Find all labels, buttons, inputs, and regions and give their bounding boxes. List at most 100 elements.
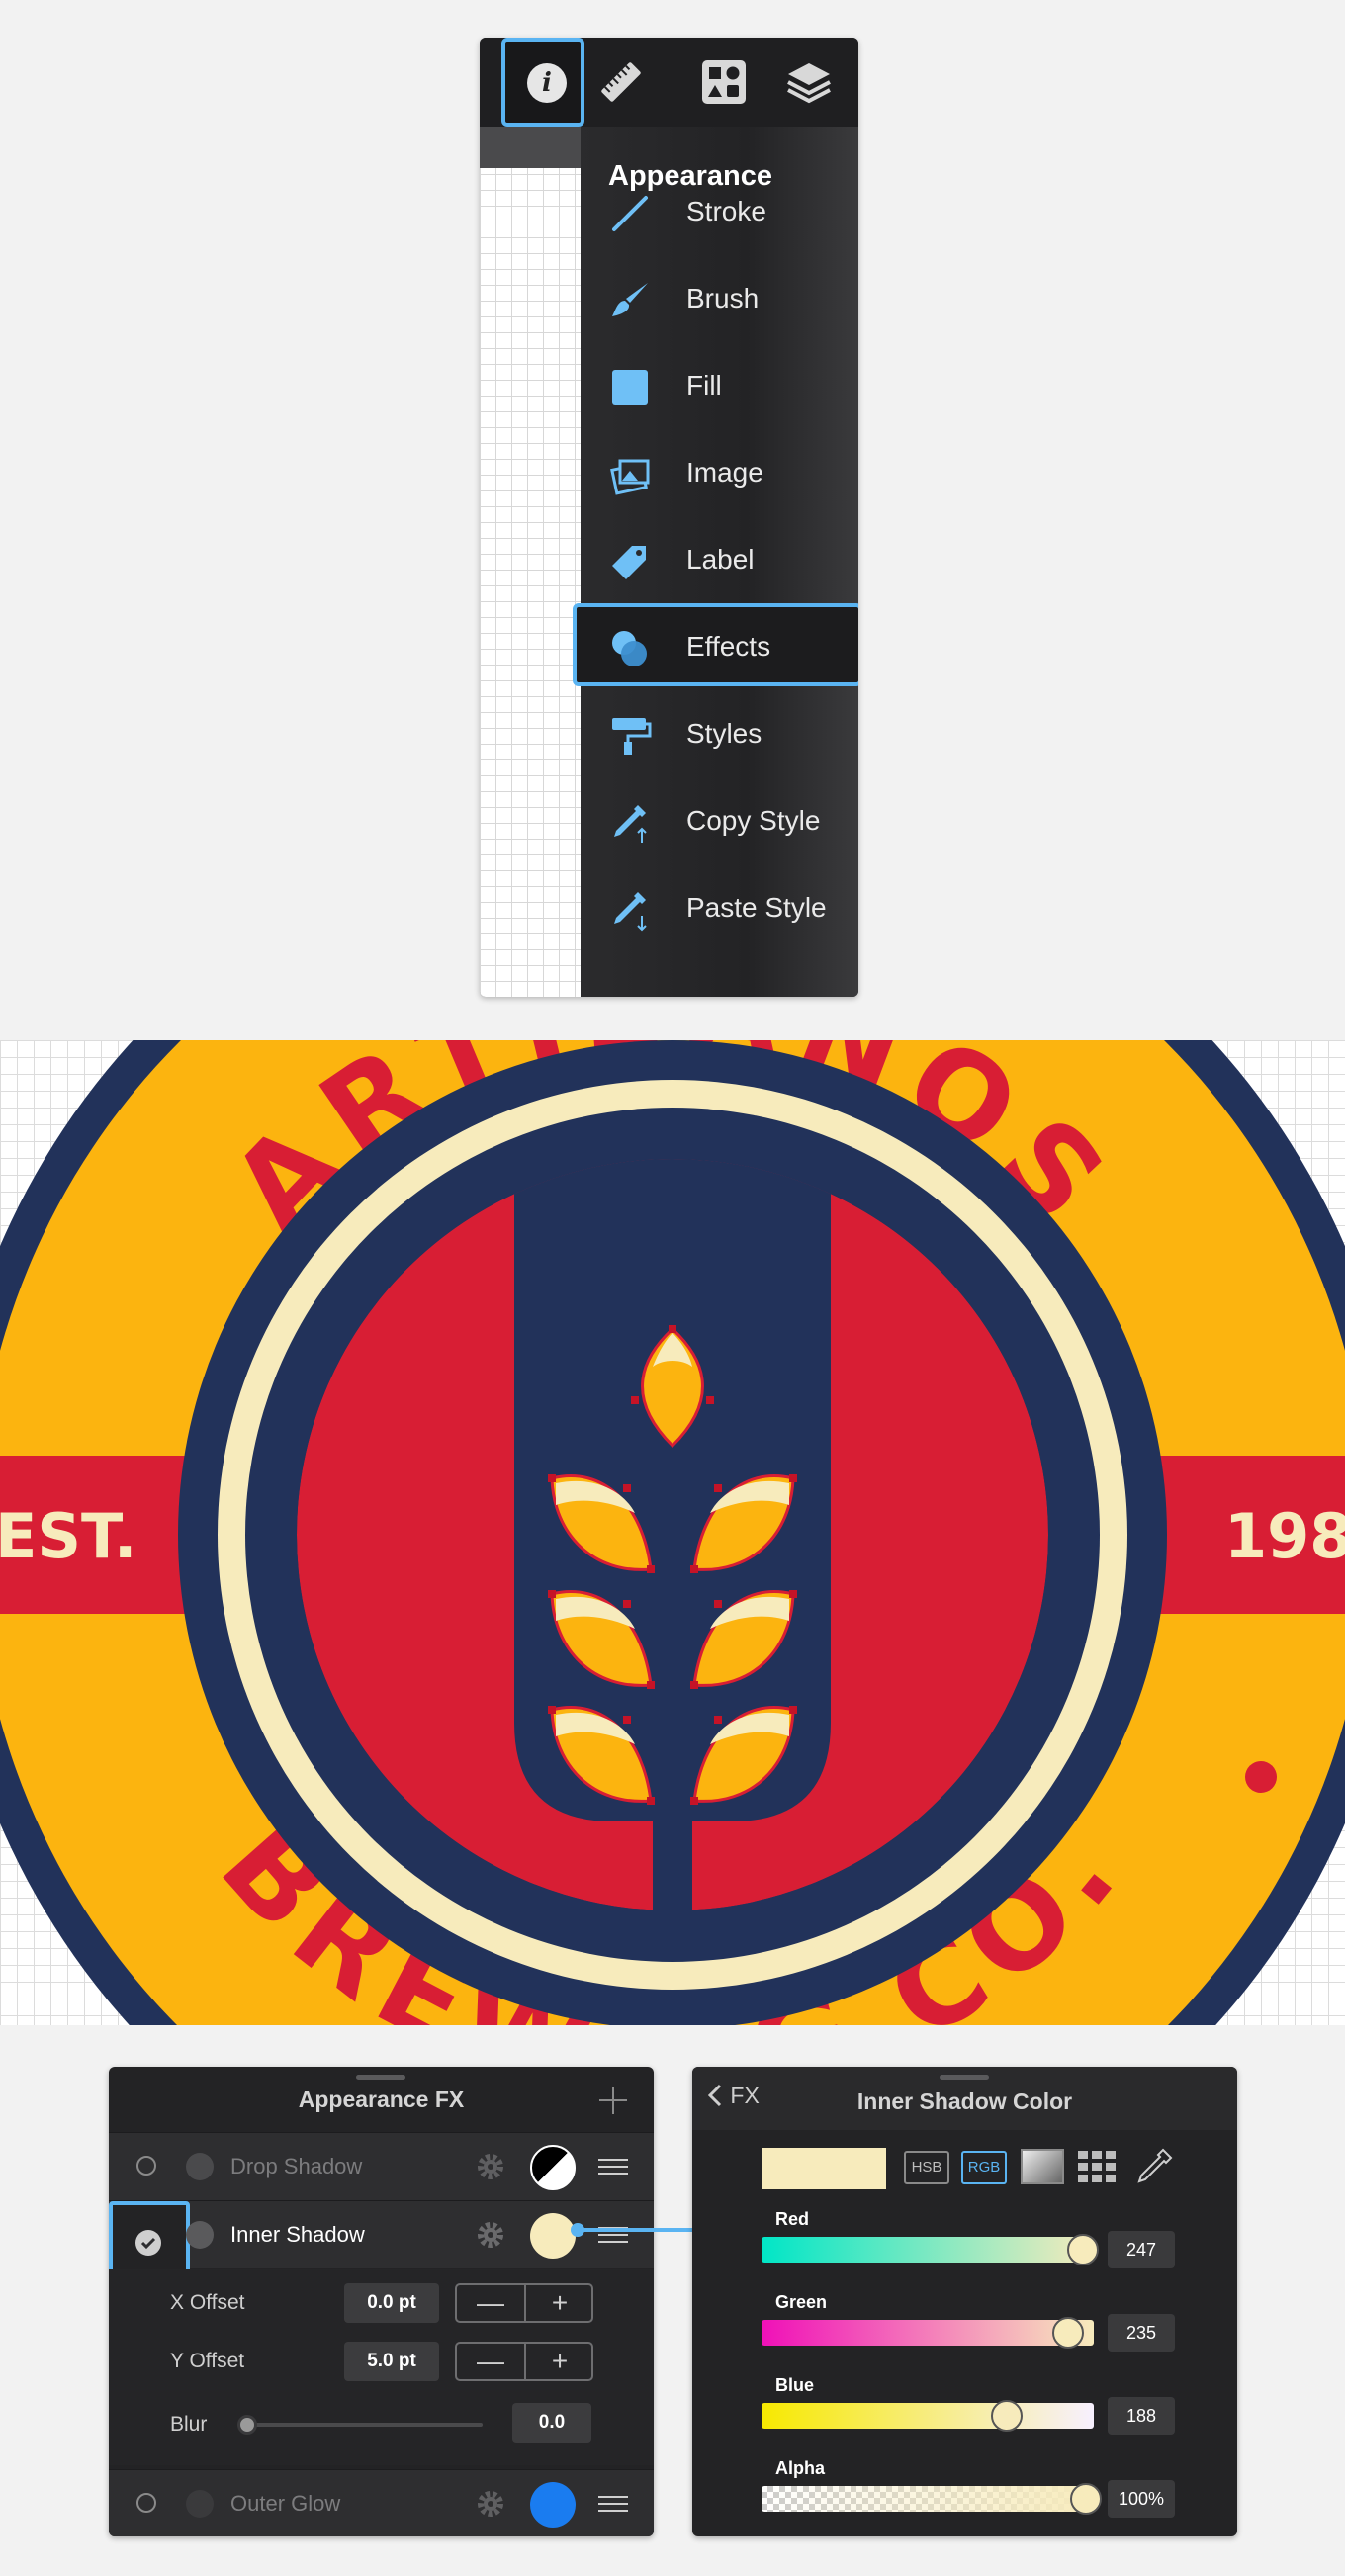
swatch-grid-icon[interactable] bbox=[1076, 2149, 1120, 2184]
y-offset-stepper[interactable]: — + bbox=[455, 2342, 593, 2381]
fx-row-outer-glow[interactable]: Outer Glow bbox=[109, 2469, 654, 2536]
menu-item-label: Image bbox=[686, 457, 763, 488]
menu-item-label: Brush bbox=[686, 283, 760, 313]
fill-icon bbox=[612, 370, 648, 405]
inner-shadow-color-swatch[interactable] bbox=[530, 2213, 576, 2259]
ruler-icon[interactable] bbox=[596, 57, 646, 107]
menu-item-styles[interactable]: Styles bbox=[581, 696, 858, 775]
brush-icon bbox=[612, 283, 648, 316]
inner-shadow-color-panel: FX Inner Shadow Color HSB RGB Red 247 Gr… bbox=[692, 2067, 1237, 2536]
layers-icon[interactable] bbox=[784, 57, 834, 107]
blue-slider-track[interactable] bbox=[762, 2403, 1094, 2429]
logo-dot bbox=[1245, 1761, 1277, 1793]
blur-slider-track[interactable] bbox=[247, 2423, 483, 2427]
x-offset-value[interactable]: 0.0 pt bbox=[344, 2283, 439, 2323]
gear-icon[interactable] bbox=[475, 2151, 506, 2182]
menu-item-label: Stroke bbox=[686, 196, 766, 226]
styles-icon bbox=[612, 718, 652, 755]
red-slider-track[interactable] bbox=[762, 2237, 1094, 2263]
canvas-grid-header bbox=[480, 127, 582, 168]
green-slider-track[interactable] bbox=[762, 2320, 1094, 2346]
menu-item-label: Copy Style bbox=[686, 805, 821, 836]
fx-row-drop-shadow[interactable]: Drop Shadow bbox=[109, 2132, 654, 2200]
gradient-mode-icon[interactable] bbox=[1021, 2149, 1064, 2184]
fx-name: Outer Glow bbox=[230, 2491, 341, 2516]
info-tab-button[interactable]: i bbox=[501, 38, 584, 127]
artboard-canvas[interactable]: EST. 198 ARTISANOS BREWING CO. bbox=[0, 1040, 1345, 2025]
menu-item-paste-style[interactable]: Paste Style bbox=[581, 870, 858, 949]
label-icon bbox=[612, 546, 646, 579]
y-offset-increment[interactable]: + bbox=[526, 2344, 593, 2379]
shapes-icon[interactable] bbox=[699, 57, 749, 107]
fx-panel-title: Appearance FX bbox=[298, 2087, 465, 2112]
panel-grabber[interactable] bbox=[356, 2075, 405, 2080]
outer-glow-color-swatch[interactable] bbox=[530, 2482, 576, 2528]
inner-shadow-settings: X Offset 0.0 pt — + Y Offset 5.0 pt — + … bbox=[109, 2269, 654, 2465]
alpha-label: Alpha bbox=[775, 2458, 826, 2478]
outer-glow-dot-icon bbox=[186, 2490, 214, 2518]
drop-shadow-dot-icon bbox=[186, 2153, 214, 2180]
mode-hsb-button[interactable]: HSB bbox=[904, 2151, 949, 2184]
green-value[interactable]: 235 bbox=[1108, 2314, 1175, 2352]
brewing-logo: EST. 198 ARTISANOS BREWING CO. bbox=[0, 1040, 1345, 2025]
red-slider-thumb[interactable] bbox=[1067, 2234, 1100, 2265]
menu-item-label: Paste Style bbox=[686, 892, 827, 923]
y-offset-value[interactable]: 5.0 pt bbox=[344, 2342, 439, 2381]
inspector-toolbar: i bbox=[480, 38, 858, 127]
est-label: EST. bbox=[0, 1500, 136, 1572]
green-label: Green bbox=[775, 2292, 828, 2312]
drop-shadow-toggle[interactable] bbox=[136, 2156, 156, 2176]
paste-style-icon bbox=[614, 892, 647, 932]
y-offset-decrement[interactable]: — bbox=[457, 2344, 524, 2379]
x-offset-increment[interactable]: + bbox=[526, 2285, 593, 2321]
info-icon: i bbox=[527, 63, 567, 103]
fx-name: Drop Shadow bbox=[230, 2154, 363, 2178]
menu-item-effects[interactable]: Effects bbox=[573, 603, 858, 688]
color-panel-title: Inner Shadow Color bbox=[856, 2088, 1073, 2114]
panel-grabber[interactable] bbox=[940, 2075, 989, 2080]
eyedropper-icon[interactable] bbox=[1133, 2146, 1173, 2187]
menu-item-label: Styles bbox=[686, 718, 762, 749]
x-offset-stepper[interactable]: — + bbox=[455, 2283, 593, 2323]
x-offset-decrement[interactable]: — bbox=[457, 2285, 524, 2321]
y-offset-label: Y Offset bbox=[170, 2350, 245, 2372]
blur-slider-thumb[interactable] bbox=[237, 2415, 257, 2435]
red-label: Red bbox=[775, 2209, 810, 2229]
alpha-value[interactable]: 100% bbox=[1108, 2480, 1175, 2518]
blue-slider-thumb[interactable] bbox=[990, 2400, 1023, 2432]
red-value[interactable]: 247 bbox=[1108, 2231, 1175, 2268]
blue-label: Blue bbox=[775, 2375, 815, 2395]
menu-item-label: Fill bbox=[686, 370, 722, 400]
menu-item-image[interactable]: Image bbox=[581, 435, 858, 514]
menu-item-stroke[interactable]: Stroke bbox=[581, 174, 858, 253]
green-slider-thumb[interactable] bbox=[1051, 2317, 1084, 2349]
blur-label: Blur bbox=[170, 2413, 208, 2436]
appearance-menu: Appearance Stroke Brush Fill Image Label… bbox=[573, 127, 858, 997]
menu-item-label-option[interactable]: Label bbox=[581, 522, 858, 601]
blue-value[interactable]: 188 bbox=[1108, 2397, 1175, 2435]
stroke-icon bbox=[612, 196, 648, 231]
year-label: 198 bbox=[1224, 1500, 1345, 1572]
alpha-slider-thumb[interactable] bbox=[1070, 2483, 1102, 2515]
add-effect-icon[interactable] bbox=[593, 2081, 633, 2120]
reorder-handle-icon[interactable] bbox=[598, 2157, 628, 2176]
menu-item-copy-style[interactable]: Copy Style bbox=[581, 783, 858, 862]
connector-dot bbox=[571, 2223, 584, 2237]
drop-shadow-color-swatch[interactable] bbox=[530, 2145, 576, 2190]
gear-icon[interactable] bbox=[475, 2219, 506, 2251]
outer-glow-toggle[interactable] bbox=[136, 2493, 156, 2513]
mode-rgb-button[interactable]: RGB bbox=[961, 2151, 1007, 2184]
alpha-slider-track[interactable] bbox=[762, 2486, 1094, 2512]
swatch-to-color-panel-connector bbox=[577, 2228, 700, 2232]
menu-item-fill[interactable]: Fill bbox=[581, 348, 858, 427]
blur-value[interactable]: 0.0 bbox=[512, 2403, 591, 2443]
inner-shadow-dot-icon bbox=[186, 2221, 214, 2249]
gear-icon[interactable] bbox=[475, 2488, 506, 2520]
menu-item-brush[interactable]: Brush bbox=[581, 261, 858, 340]
effects-icon bbox=[612, 631, 647, 666]
reorder-handle-icon[interactable] bbox=[598, 2494, 628, 2514]
checkmark-icon bbox=[135, 2230, 161, 2256]
fx-name: Inner Shadow bbox=[230, 2222, 365, 2247]
appearance-popover: i Appearance Stroke Brush Fill Image Lab… bbox=[480, 38, 858, 997]
menu-item-label: Label bbox=[686, 544, 755, 575]
